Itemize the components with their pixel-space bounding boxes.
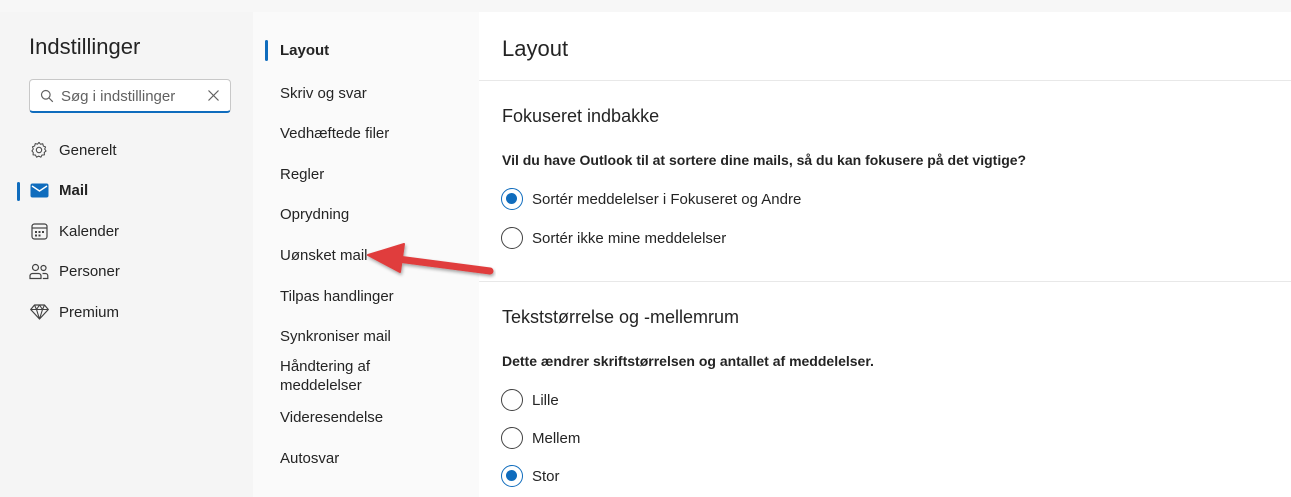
- diamond-icon: [29, 302, 49, 322]
- radio-label: Mellem: [532, 429, 581, 447]
- subnav-synkroniser-mail[interactable]: Synkroniser mail: [253, 327, 479, 347]
- category-premium[interactable]: Premium: [0, 292, 253, 333]
- subnav-label: Regler: [280, 166, 325, 183]
- subnav-label: Synkroniser mail: [280, 328, 391, 345]
- subnav-label: Uønsket mail: [280, 247, 368, 264]
- category-generelt[interactable]: Generelt: [0, 130, 253, 171]
- mail-icon: [29, 181, 49, 201]
- focused-inbox-question: Vil du have Outlook til at sortere dine …: [502, 152, 1027, 168]
- gear-icon: [29, 140, 49, 160]
- subnav-layout[interactable]: Layout: [253, 41, 479, 61]
- text-size-description: Dette ændrer skriftstørrelsen og antalle…: [502, 353, 874, 369]
- close-icon[interactable]: [207, 89, 220, 102]
- search-placeholder: Søg i indstillinger: [61, 88, 176, 105]
- radio-button[interactable]: [501, 227, 523, 249]
- radio-button-checked[interactable]: [501, 465, 523, 487]
- annotation-arrow-icon: [367, 243, 494, 275]
- category-mail[interactable]: Mail: [0, 171, 253, 212]
- radio-button[interactable]: [501, 389, 523, 411]
- subnav-label: Oprydning: [280, 206, 350, 223]
- subnav-regler[interactable]: Regler: [253, 165, 479, 185]
- radio-button-checked[interactable]: [501, 188, 523, 210]
- page-title: Layout: [502, 36, 569, 61]
- category-kalender[interactable]: Kalender: [0, 211, 253, 252]
- calendar-icon: [29, 221, 49, 241]
- subnav-tilpas-handlinger[interactable]: Tilpas handlinger: [253, 287, 479, 307]
- text-size-heading: Tekststørrelse og -mellemrum: [502, 307, 740, 327]
- radio-label: Lille: [532, 391, 559, 409]
- subnav-label: Håndtering af meddelelser: [280, 358, 371, 394]
- subnav-label: Autosvar: [280, 450, 340, 467]
- radio-dont-sort[interactable]: Sortér ikke mine meddelelser: [501, 227, 726, 249]
- subnav-label: Videresendelse: [280, 409, 384, 426]
- radio-sort-focused[interactable]: Sortér meddelelser i Fokuseret og Andre: [501, 188, 801, 210]
- top-strip: [0, 0, 1291, 12]
- radio-button[interactable]: [501, 427, 523, 449]
- radio-label: Sortér ikke mine meddelelser: [532, 229, 727, 247]
- divider: [479, 281, 1291, 282]
- subnav-label: Skriv og svar: [280, 85, 367, 102]
- subnav-autosvar[interactable]: Autosvar: [253, 449, 479, 469]
- subnav-label: Layout: [280, 42, 330, 59]
- radio-size-lille[interactable]: Lille: [501, 389, 559, 411]
- settings-category-list: Generelt Mail Kalender Personer Premium: [0, 130, 253, 333]
- radio-size-stor[interactable]: Stor: [501, 465, 560, 487]
- subnav-skriv-og-svar[interactable]: Skriv og svar: [253, 84, 479, 104]
- subnav-label: Tilpas handlinger: [280, 288, 394, 305]
- search-input[interactable]: Søg i indstillinger: [29, 79, 231, 113]
- category-label: Generelt: [59, 141, 117, 159]
- settings-sidebar: Indstillinger Søg i indstillinger Genere…: [0, 12, 253, 497]
- category-label: Premium: [59, 303, 120, 321]
- category-label: Personer: [59, 263, 120, 281]
- subnav-oprydning[interactable]: Oprydning: [253, 205, 479, 225]
- focused-inbox-heading: Fokuseret indbakke: [502, 106, 660, 126]
- radio-label: Sortér meddelelser i Fokuseret og Andre: [532, 190, 802, 208]
- settings-title: Indstillinger: [29, 34, 141, 59]
- people-icon: [29, 262, 49, 282]
- subnav-label: Vedhæftede filer: [280, 125, 390, 142]
- radio-label: Stor: [532, 467, 560, 485]
- category-personer[interactable]: Personer: [0, 252, 253, 293]
- divider: [479, 80, 1291, 81]
- radio-size-mellem[interactable]: Mellem: [501, 427, 580, 449]
- active-indicator: [17, 181, 20, 201]
- category-label: Mail: [59, 182, 89, 200]
- subnav-vedhaeftede-filer[interactable]: Vedhæftede filer: [253, 124, 479, 144]
- search-icon: [40, 89, 54, 103]
- subnav-haandtering-af-meddelelser[interactable]: Håndtering af meddelelser: [253, 357, 479, 397]
- subnav-videresendelse[interactable]: Videresendelse: [253, 408, 479, 428]
- category-label: Kalender: [59, 222, 120, 240]
- settings-content: Layout Fokuseret indbakke Vil du have Ou…: [479, 12, 1291, 497]
